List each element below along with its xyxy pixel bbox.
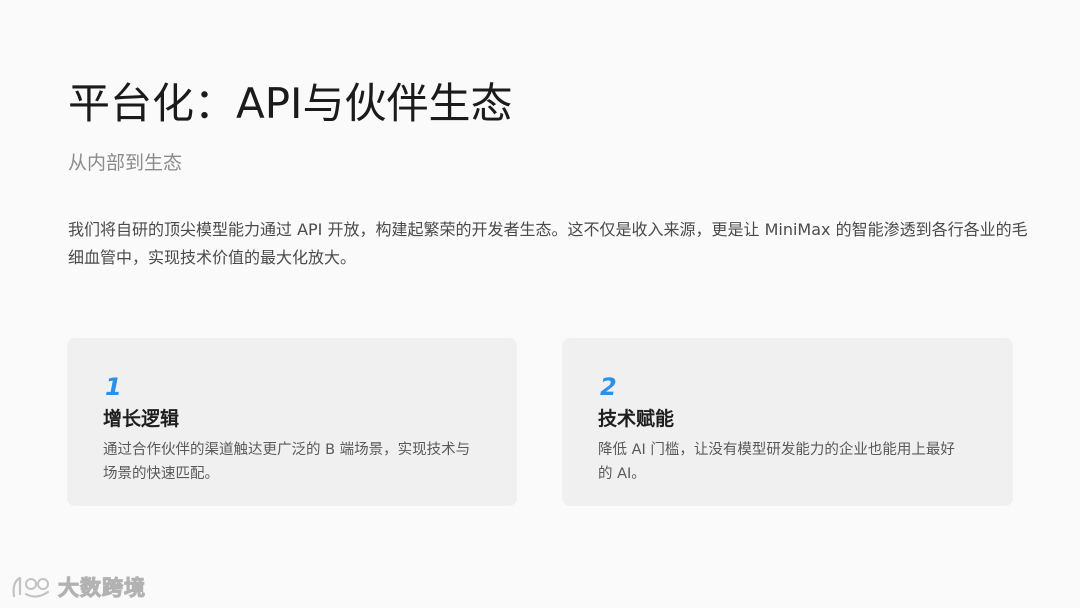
card-number: 2 bbox=[600, 373, 618, 401]
watermark-text: 大数跨境 bbox=[58, 576, 146, 601]
page-title: 平台化：API与伙伴生态 bbox=[68, 79, 513, 128]
card-description: 降低 AI 门槛，让没有模型研发能力的企业也能用上最好的 AI。 bbox=[598, 442, 955, 482]
intro-paragraph: 我们将自研的顶尖模型能力通过 API 开放，构建起繁荣的开发者生态。这不仅是收入… bbox=[68, 220, 1028, 267]
watermark: 大数跨境 bbox=[10, 572, 146, 602]
card-number: 1 bbox=[105, 373, 123, 401]
card-tech-empowerment: 2 技术赋能 降低 AI 门槛，让没有模型研发能力的企业也能用上最好的 AI。 bbox=[562, 338, 1013, 506]
watermark-logo-icon bbox=[12, 576, 49, 598]
page-subtitle: 从内部到生态 bbox=[68, 152, 183, 174]
card-description: 通过合作伙伴的渠道触达更广泛的 B 端场景，实现技术与场景的快速匹配。 bbox=[103, 442, 471, 482]
card-title: 技术赋能 bbox=[598, 408, 675, 430]
card-growth-logic: 1 增长逻辑 通过合作伙伴的渠道触达更广泛的 B 端场景，实现技术与场景的快速匹… bbox=[67, 338, 517, 506]
card-title: 增长逻辑 bbox=[103, 408, 180, 430]
